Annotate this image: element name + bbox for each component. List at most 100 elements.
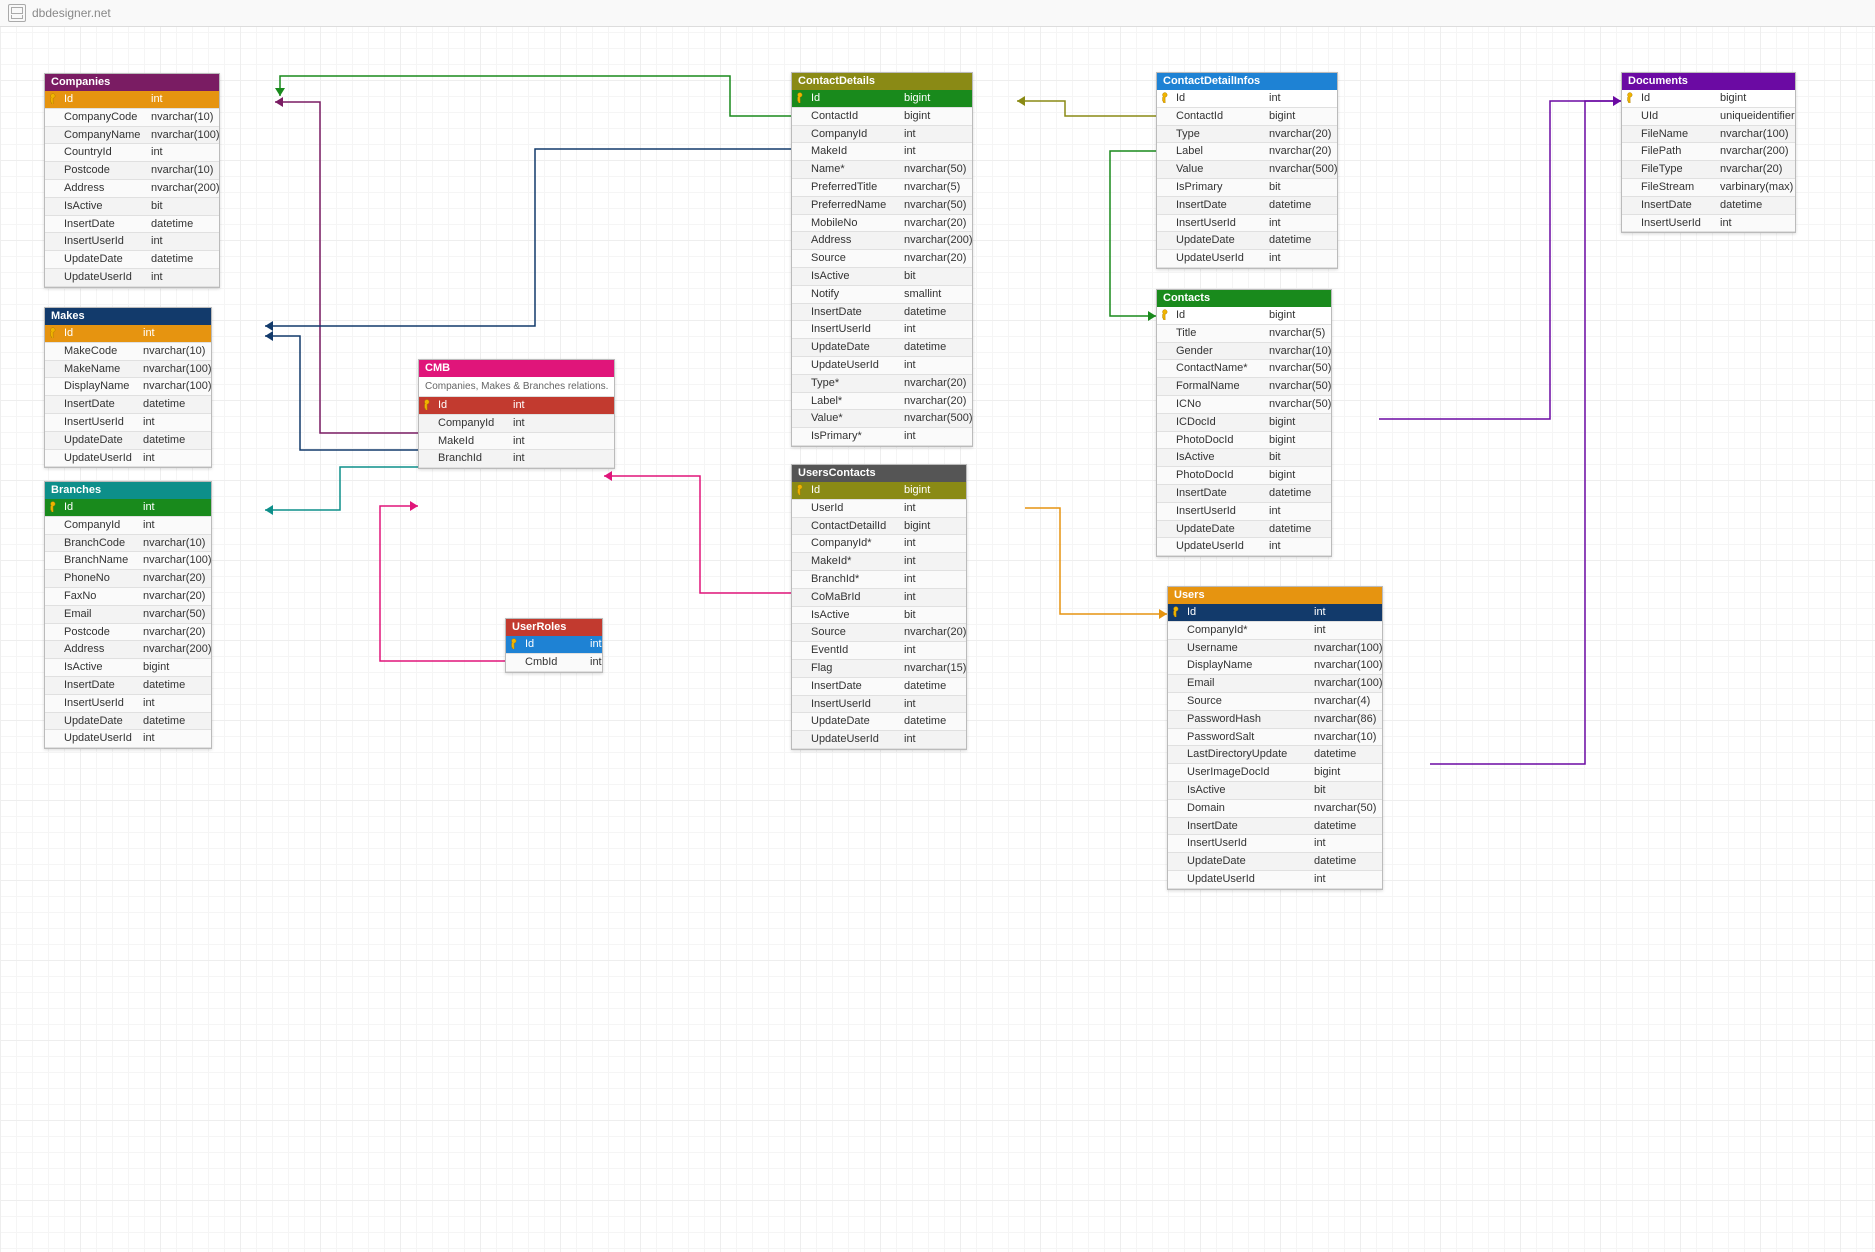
table-field-row[interactable]: EventIdint xyxy=(792,642,966,660)
table-header[interactable]: Companies xyxy=(45,74,219,91)
table-field-row[interactable]: MobileNonvarchar(20) xyxy=(792,215,972,233)
table-field-row[interactable]: InsertUserIdint xyxy=(792,696,966,714)
table-field-row[interactable]: UpdateDatedatetime xyxy=(792,339,972,357)
table-field-row[interactable]: DisplayNamenvarchar(100) xyxy=(45,378,211,396)
table-branches[interactable]: BranchesIdintCompanyIdintBranchCodenvarc… xyxy=(44,481,212,749)
table-field-row[interactable]: Idint xyxy=(1157,90,1337,108)
table-field-row[interactable]: Titlenvarchar(5) xyxy=(1157,325,1331,343)
table-field-row[interactable]: MakeIdint xyxy=(419,433,614,451)
table-field-row[interactable]: Postcodenvarchar(20) xyxy=(45,624,211,642)
table-field-row[interactable]: InsertUserIdint xyxy=(1168,835,1382,853)
table-field-row[interactable]: FilePathnvarchar(200) xyxy=(1622,143,1795,161)
table-contacts[interactable]: ContactsIdbigintTitlenvarchar(5)Gendernv… xyxy=(1156,289,1332,557)
table-field-row[interactable]: IsActivebit xyxy=(792,268,972,286)
table-field-row[interactable]: UpdateUserIdint xyxy=(45,730,211,748)
table-field-row[interactable]: Postcodenvarchar(10) xyxy=(45,162,219,180)
table-field-row[interactable]: InsertDatedatetime xyxy=(1168,818,1382,836)
table-field-row[interactable]: CompanyIdint xyxy=(45,517,211,535)
table-field-row[interactable]: CoMaBrIdint xyxy=(792,589,966,607)
table-field-row[interactable]: CompanyId*int xyxy=(1168,622,1382,640)
table-field-row[interactable]: UserIdint xyxy=(792,500,966,518)
table-field-row[interactable]: Idbigint xyxy=(792,90,972,108)
table-field-row[interactable]: UpdateDatedatetime xyxy=(792,713,966,731)
table-field-row[interactable]: FormalNamenvarchar(50) xyxy=(1157,378,1331,396)
table-documents[interactable]: DocumentsIdbigintUIduniqueidentifierFile… xyxy=(1621,72,1796,233)
table-header[interactable]: Makes xyxy=(45,308,211,325)
table-field-row[interactable]: Label*nvarchar(20) xyxy=(792,393,972,411)
table-field-row[interactable]: InsertUserIdint xyxy=(1157,215,1337,233)
table-field-row[interactable]: CompanyNamenvarchar(100) xyxy=(45,127,219,145)
table-field-row[interactable]: FileStreamvarbinary(max) xyxy=(1622,179,1795,197)
table-field-row[interactable]: Value*nvarchar(500) xyxy=(792,410,972,428)
table-field-row[interactable]: PasswordHashnvarchar(86) xyxy=(1168,711,1382,729)
table-field-row[interactable]: UpdateUserIdint xyxy=(1168,871,1382,889)
table-field-row[interactable]: Labelnvarchar(20) xyxy=(1157,143,1337,161)
table-header[interactable]: ContactDetailInfos xyxy=(1157,73,1337,90)
table-field-row[interactable]: InsertUserIdint xyxy=(792,321,972,339)
table-field-row[interactable]: Notifysmallint xyxy=(792,286,972,304)
table-field-row[interactable]: UpdateUserIdint xyxy=(1157,538,1331,556)
table-field-row[interactable]: InsertUserIdint xyxy=(1622,215,1795,233)
table-field-row[interactable]: Emailnvarchar(50) xyxy=(45,606,211,624)
table-field-row[interactable]: IsActivebit xyxy=(1168,782,1382,800)
table-field-row[interactable]: PreferredTitlenvarchar(5) xyxy=(792,179,972,197)
table-header[interactable]: Branches xyxy=(45,482,211,499)
table-field-row[interactable]: PhotoDocIdbigint xyxy=(1157,432,1331,450)
table-field-row[interactable]: Sourcenvarchar(4) xyxy=(1168,693,1382,711)
table-field-row[interactable]: InsertDatedatetime xyxy=(1622,197,1795,215)
table-field-row[interactable]: Idint xyxy=(419,397,614,415)
table-field-row[interactable]: InsertDatedatetime xyxy=(1157,197,1337,215)
table-field-row[interactable]: BranchId*int xyxy=(792,571,966,589)
table-header[interactable]: UserRoles xyxy=(506,619,602,636)
table-field-row[interactable]: PhoneNonvarchar(20) xyxy=(45,570,211,588)
table-companies[interactable]: CompaniesIdintCompanyCodenvarchar(10)Com… xyxy=(44,73,220,288)
diagram-canvas[interactable]: CompaniesIdintCompanyCodenvarchar(10)Com… xyxy=(0,26,1875,1252)
table-cmb[interactable]: CMBCompanies, Makes & Branches relations… xyxy=(418,359,615,469)
table-field-row[interactable]: InsertUserIdint xyxy=(45,695,211,713)
table-field-row[interactable]: Sourcenvarchar(20) xyxy=(792,250,972,268)
table-field-row[interactable]: FileNamenvarchar(100) xyxy=(1622,126,1795,144)
table-userroles[interactable]: UserRolesIdintCmbIdint xyxy=(505,618,603,673)
table-field-row[interactable]: UpdateDatedatetime xyxy=(45,432,211,450)
table-userscontacts[interactable]: UsersContactsIdbigintUserIdintContactDet… xyxy=(791,464,967,750)
table-field-row[interactable]: BranchCodenvarchar(10) xyxy=(45,535,211,553)
table-field-row[interactable]: UpdateDatedatetime xyxy=(45,251,219,269)
table-field-row[interactable]: CompanyId*int xyxy=(792,535,966,553)
table-field-row[interactable]: Addressnvarchar(200) xyxy=(45,180,219,198)
table-field-row[interactable]: InsertDatedatetime xyxy=(792,678,966,696)
table-header[interactable]: Contacts xyxy=(1157,290,1331,307)
table-contactdetailinfos[interactable]: ContactDetailInfosIdintContactIdbigintTy… xyxy=(1156,72,1338,269)
table-field-row[interactable]: FileTypenvarchar(20) xyxy=(1622,161,1795,179)
table-field-row[interactable]: Idbigint xyxy=(792,482,966,500)
table-field-row[interactable]: UpdateDatedatetime xyxy=(1157,232,1337,250)
table-field-row[interactable]: Type*nvarchar(20) xyxy=(792,375,972,393)
table-header[interactable]: CMB xyxy=(419,360,614,377)
table-field-row[interactable]: InsertDatedatetime xyxy=(45,677,211,695)
table-field-row[interactable]: InsertUserIdint xyxy=(45,233,219,251)
table-header[interactable]: Documents xyxy=(1622,73,1795,90)
table-field-row[interactable]: MakeIdint xyxy=(792,143,972,161)
table-contactdetails[interactable]: ContactDetailsIdbigintContactIdbigintCom… xyxy=(791,72,973,447)
table-field-row[interactable]: UpdateDatedatetime xyxy=(1157,521,1331,539)
table-field-row[interactable]: Idint xyxy=(45,325,211,343)
table-field-row[interactable]: FaxNonvarchar(20) xyxy=(45,588,211,606)
table-field-row[interactable]: UpdateUserIdint xyxy=(792,731,966,749)
table-field-row[interactable]: IsPrimary*int xyxy=(792,428,972,446)
table-field-row[interactable]: InsertUserIdint xyxy=(45,414,211,432)
table-field-row[interactable]: MakeNamenvarchar(100) xyxy=(45,361,211,379)
table-field-row[interactable]: UpdateUserIdint xyxy=(45,269,219,287)
table-field-row[interactable]: Flagnvarchar(15) xyxy=(792,660,966,678)
table-field-row[interactable]: UpdateUserIdint xyxy=(1157,250,1337,268)
table-field-row[interactable]: ContactName*nvarchar(50) xyxy=(1157,360,1331,378)
table-field-row[interactable]: ICDocIdbigint xyxy=(1157,414,1331,432)
table-field-row[interactable]: Sourcenvarchar(20) xyxy=(792,624,966,642)
table-field-row[interactable]: Addressnvarchar(200) xyxy=(45,641,211,659)
table-field-row[interactable]: Idint xyxy=(45,499,211,517)
table-field-row[interactable]: BranchIdint xyxy=(419,450,614,468)
table-field-row[interactable]: Name*nvarchar(50) xyxy=(792,161,972,179)
table-field-row[interactable]: MakeCodenvarchar(10) xyxy=(45,343,211,361)
table-field-row[interactable]: PhotoDocIdbigint xyxy=(1157,467,1331,485)
table-field-row[interactable]: ContactIdbigint xyxy=(1157,108,1337,126)
table-field-row[interactable]: Domainnvarchar(50) xyxy=(1168,800,1382,818)
table-field-row[interactable]: IsPrimarybit xyxy=(1157,179,1337,197)
